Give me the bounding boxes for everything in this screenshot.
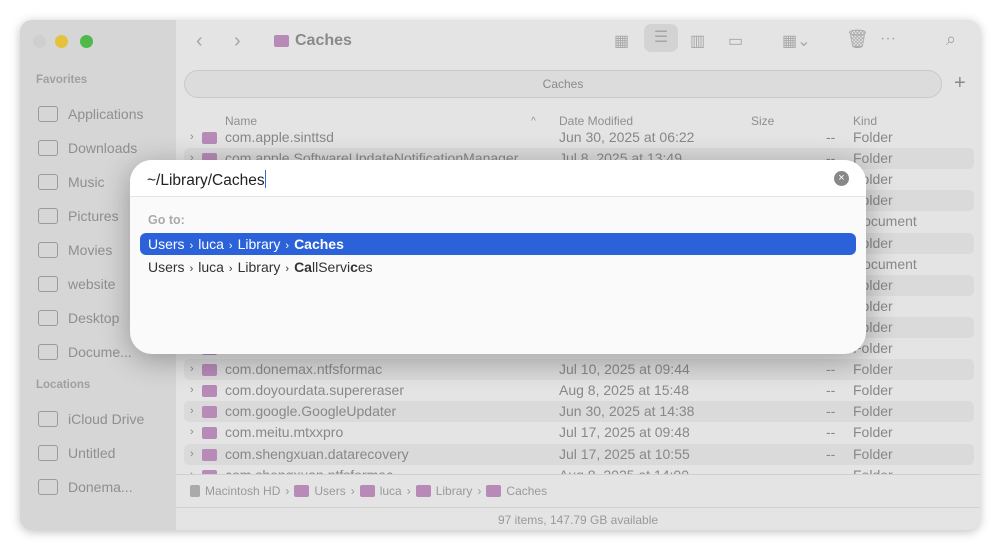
document-icon	[38, 344, 58, 360]
disclosure-chevron-icon[interactable]: ›	[190, 363, 194, 375]
sidebar-item[interactable]: Donema...	[38, 479, 133, 495]
disclosure-chevron-icon[interactable]: ›	[190, 405, 194, 417]
chevron-right-icon: ›	[477, 483, 482, 498]
forward-button[interactable]: ›	[234, 30, 241, 53]
tab-caches[interactable]: Caches	[184, 70, 942, 98]
disk-icon	[190, 484, 200, 497]
zoom-button[interactable]	[80, 35, 93, 48]
sidebar-item[interactable]: Downloads	[38, 140, 137, 156]
suggestion-item[interactable]: Users › luca › Library › CallServices	[140, 256, 856, 278]
window-title: Caches	[274, 32, 352, 50]
status-bar: 97 items, 147.79 GB available	[176, 507, 980, 530]
column-view-icon[interactable]: ▥	[690, 31, 705, 51]
chevron-right-icon: ›	[228, 263, 233, 275]
icon-view-icon[interactable]: ▦	[614, 31, 629, 51]
minimize-button[interactable]	[55, 35, 68, 48]
table-row[interactable]: › com.google.GoogleUpdater Jun 30, 2025 at…	[184, 401, 974, 423]
table-row[interactable]: › com.meitu.mtxxpro Jul 17, 2025 at 09:48-…	[184, 422, 974, 443]
sidebar-item[interactable]: Pictures	[38, 208, 119, 224]
sort-ascending-icon: ^	[531, 116, 536, 127]
sidebar-item[interactable]: Music	[38, 174, 105, 190]
folder-icon	[274, 35, 289, 47]
folder-icon	[202, 427, 217, 440]
movies-icon	[38, 242, 58, 258]
folder-icon	[294, 484, 310, 497]
sidebar-item[interactable]: Untitled	[38, 445, 115, 461]
sidebar-item[interactable]: Desktop	[38, 310, 119, 326]
disk-icon	[38, 445, 58, 461]
column-name[interactable]: Name	[225, 114, 257, 128]
suggestion-item[interactable]: Users › luca › Library › Caches	[140, 233, 856, 255]
search-icon[interactable]: ⌕	[946, 29, 956, 50]
column-date[interactable]: Date Modified	[559, 114, 633, 128]
folder-icon	[202, 448, 217, 461]
chevron-right-icon: ›	[228, 240, 233, 252]
locations-heading: Locations	[36, 379, 91, 391]
folder-icon	[202, 364, 217, 377]
clear-icon[interactable]: ×	[834, 171, 849, 186]
music-icon	[38, 174, 58, 190]
chevron-right-icon: ›	[285, 483, 290, 498]
path-item[interactable]: Library	[436, 484, 473, 498]
chevron-right-icon: ›	[406, 483, 411, 498]
favorites-heading: Favorites	[36, 74, 88, 86]
more-icon[interactable]: ···	[880, 30, 896, 48]
cloud-icon	[38, 411, 58, 427]
path-item[interactable]: luca	[380, 484, 402, 498]
table-row[interactable]: ›com.shengxuan.ntfsformacAug 8, 2025 at …	[184, 465, 974, 474]
chevron-right-icon: ›	[285, 240, 290, 252]
path-item[interactable]: Users	[314, 484, 345, 498]
go-to-label: Go to:	[148, 213, 185, 227]
sidebar-item[interactable]: Applications	[38, 106, 144, 122]
column-size[interactable]: Size	[751, 114, 774, 128]
folder-icon	[415, 484, 431, 497]
disclosure-chevron-icon[interactable]: ›	[190, 384, 194, 396]
folder-icon	[38, 276, 58, 292]
table-row[interactable]: › com.apple.sinttsd Jun 30, 2025 at 06:22-…	[184, 128, 974, 148]
table-row[interactable]: › com.doyourdata.supereraser Aug 8, 2025 a…	[184, 380, 974, 401]
folder-icon	[359, 484, 375, 497]
gallery-view-icon[interactable]: ▭	[728, 31, 743, 51]
back-button[interactable]: ‹	[196, 30, 203, 53]
list-view-icon[interactable]: ☰	[644, 24, 678, 52]
path-item[interactable]: Macintosh HD	[205, 484, 280, 498]
table-row[interactable]: › com.shengxuan.datarecovery Jul 17, 2025 …	[184, 443, 974, 465]
disclosure-chevron-icon[interactable]: ›	[190, 426, 194, 438]
path-item[interactable]: Caches	[506, 484, 547, 498]
desktop-icon	[38, 310, 58, 326]
folder-icon	[202, 132, 217, 144]
sidebar-item[interactable]: iCloud Drive	[38, 411, 144, 427]
sidebar-item[interactable]: Docume...	[38, 344, 132, 360]
new-tab-button[interactable]: +	[954, 72, 966, 95]
sidebar-item[interactable]: website	[38, 276, 115, 292]
chevron-right-icon: ›	[189, 263, 194, 275]
disk-icon	[38, 479, 58, 495]
column-kind[interactable]: Kind	[853, 114, 877, 128]
disclosure-chevron-icon[interactable]: ›	[190, 448, 194, 460]
pictures-icon	[38, 208, 58, 224]
folder-icon	[202, 385, 217, 398]
applications-icon	[38, 106, 58, 122]
group-icon[interactable]: ▦⌄	[782, 31, 811, 51]
trash-icon[interactable]: 🗑	[846, 29, 869, 50]
path-bar: Macintosh HD › Users › luca › Library › Caches	[176, 474, 980, 506]
path-input[interactable]: ~/Library/Caches ×	[130, 160, 866, 197]
chevron-right-icon: ›	[350, 483, 355, 498]
chevron-right-icon: ›	[189, 240, 194, 252]
folder-icon	[202, 406, 217, 419]
table-row[interactable]: › com.donemax.ntfsformac Jul 10, 2025 at 0…	[184, 359, 974, 381]
download-icon	[38, 140, 58, 156]
sidebar-item[interactable]: Movies	[38, 242, 112, 258]
folder-icon	[486, 484, 502, 497]
go-to-folder-dialog: ~/Library/Caches × Go to: Users › luca › Lib…	[130, 160, 866, 354]
close-button[interactable]	[33, 35, 46, 48]
disclosure-chevron-icon[interactable]: ›	[190, 131, 194, 143]
chevron-right-icon: ›	[285, 263, 290, 275]
